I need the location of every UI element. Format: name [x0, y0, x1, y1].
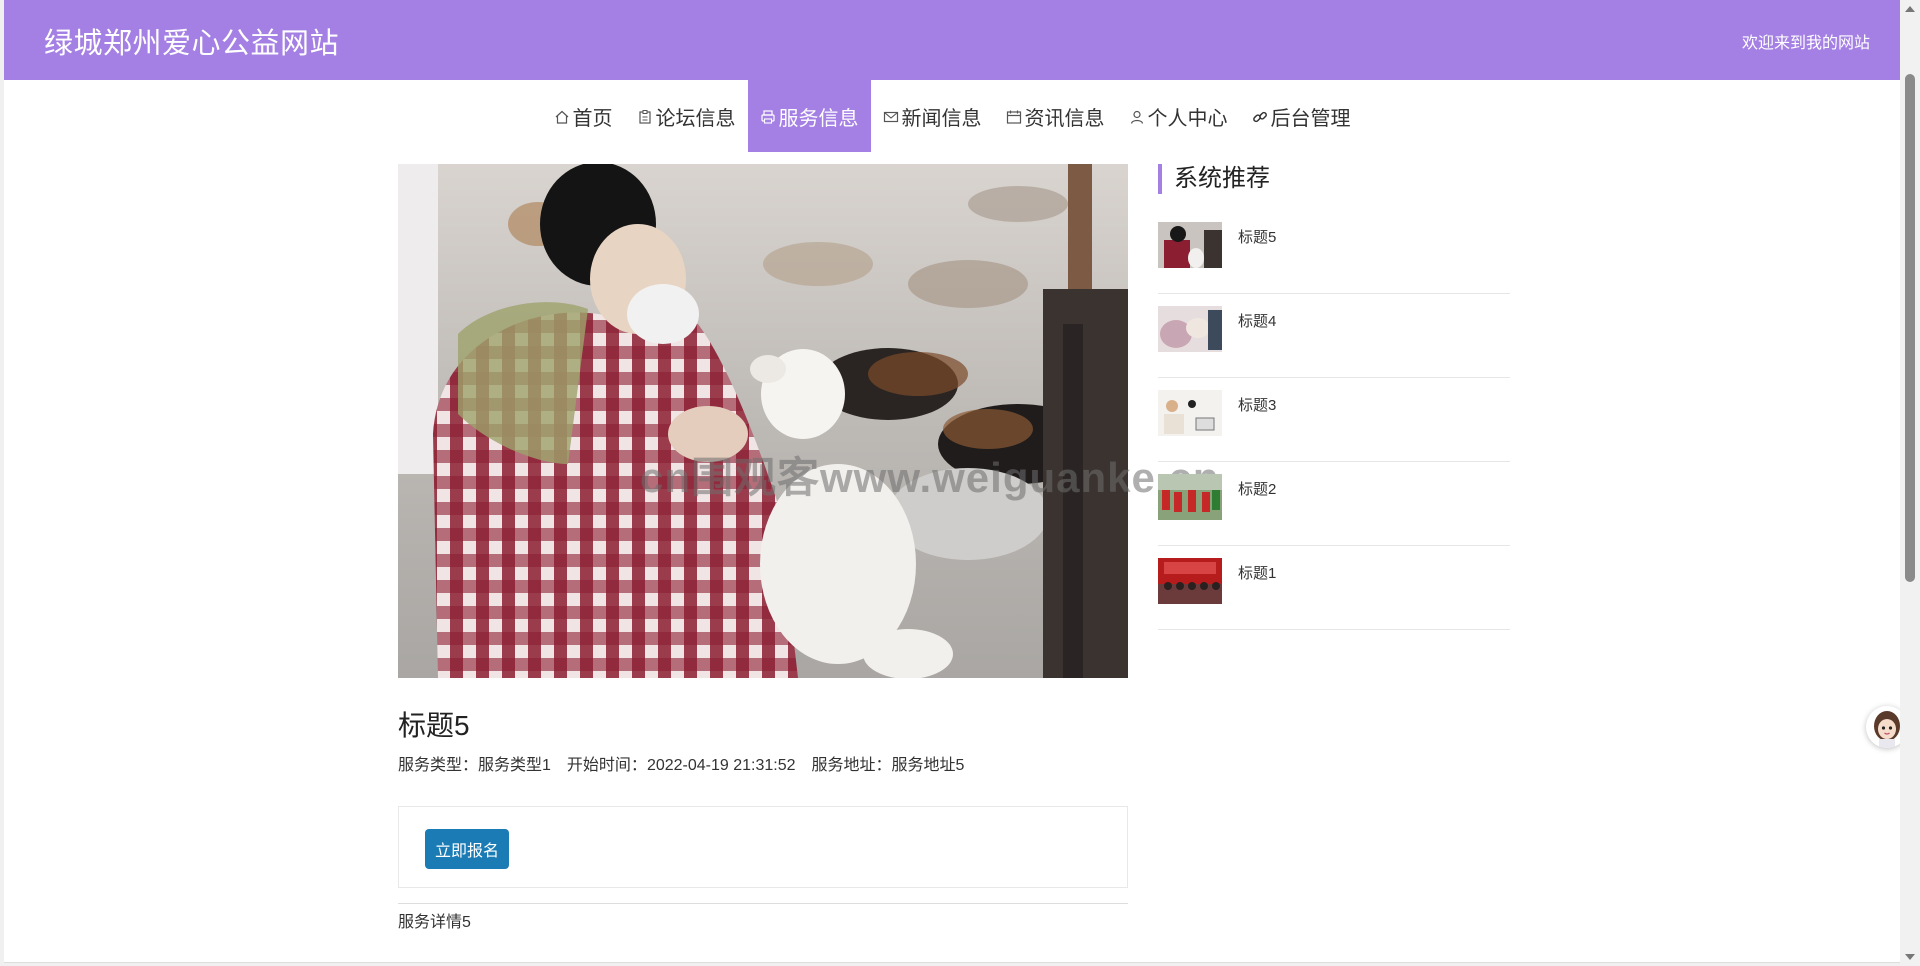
recommend-thumbnail[interactable]: [1158, 558, 1222, 604]
recommend-title[interactable]: 标题1: [1238, 562, 1276, 583]
nav-item-service[interactable]: 服务信息: [747, 80, 871, 152]
nav-item-admin[interactable]: 后台管理: [1240, 80, 1363, 152]
nav-label: 个人中心: [1147, 107, 1228, 130]
recommend-thumbnail[interactable]: [1158, 306, 1222, 352]
recommend-item[interactable]: 标题4: [1158, 294, 1510, 378]
scroll-down-arrow-icon[interactable]: [1905, 954, 1915, 960]
nav-label: 新闻信息: [901, 107, 982, 130]
detail-body: 服务详情5: [398, 914, 471, 931]
nav-label: 首页: [572, 107, 613, 130]
divider: [398, 903, 1128, 904]
recommend-item[interactable]: 标题1: [1158, 546, 1510, 630]
meta-address: 服务地址：服务地址5: [812, 751, 965, 775]
nav-label: 论坛信息: [655, 107, 736, 130]
scroll-up-arrow-icon[interactable]: [1905, 6, 1915, 12]
nav-item-home[interactable]: 首页: [542, 80, 625, 152]
meta-start: 开始时间：2022-04-19 21:31:52: [567, 751, 796, 775]
meta-type-key: 服务类型：: [398, 757, 479, 774]
signup-panel: 立即报名: [398, 806, 1128, 888]
envelope-icon: [883, 108, 899, 124]
recommend-thumbnail[interactable]: [1158, 222, 1222, 268]
link-icon: [1252, 108, 1268, 124]
meta-start-value: 2022-04-19 21:31:52: [646, 757, 796, 774]
page-scrollbar[interactable]: [1900, 0, 1920, 966]
main-nav: 首页 论坛信息 服务信息 新闻信息 资讯信息 个人中心 后台管理: [4, 80, 1900, 152]
calendar-icon: [1006, 108, 1022, 124]
scrollbar-thumb[interactable]: [1905, 74, 1915, 582]
nav-label: 服务信息: [778, 107, 859, 130]
recommend-list: 标题5 标题4 标题3 标题2 标题1: [1158, 210, 1510, 630]
print-icon: [760, 108, 776, 124]
recommend-item[interactable]: 标题2: [1158, 462, 1510, 546]
recommend-title[interactable]: 标题5: [1238, 226, 1276, 247]
sidebar-title: 系统推荐: [1158, 164, 1270, 194]
service-main-image: [398, 164, 1128, 678]
meta-address-value: 服务地址5: [891, 757, 965, 774]
meta-type: 服务类型：服务类型1: [398, 751, 551, 775]
recommend-item[interactable]: 标题3: [1158, 378, 1510, 462]
recommend-thumbnail[interactable]: [1158, 390, 1222, 436]
nav-item-info[interactable]: 资讯信息: [994, 80, 1117, 152]
nav-label: 资讯信息: [1024, 107, 1105, 130]
site-title[interactable]: 绿城郑州爱心公益网站: [44, 20, 339, 62]
welcome-text: 欢迎来到我的网站: [1741, 35, 1870, 52]
recommend-title[interactable]: 标题2: [1238, 478, 1276, 499]
watermark-text: cn围观客www.weiguanke.cn: [640, 454, 1220, 501]
nav-item-profile[interactable]: 个人中心: [1117, 80, 1240, 152]
nav-item-news[interactable]: 新闻信息: [871, 80, 994, 152]
signup-button[interactable]: 立即报名: [425, 829, 510, 869]
meta-address-key: 服务地址：: [811, 757, 892, 774]
nav-label: 后台管理: [1270, 107, 1351, 130]
detail-meta: 服务类型：服务类型1 开始时间：2022-04-19 21:31:52 服务地址…: [398, 751, 964, 775]
user-icon: [1129, 108, 1145, 124]
home-icon: [554, 108, 570, 124]
recommend-item[interactable]: 标题5: [1158, 210, 1510, 294]
recommend-title[interactable]: 标题3: [1238, 394, 1276, 415]
recommend-thumbnail[interactable]: [1158, 474, 1222, 520]
site-header: 绿城郑州爱心公益网站 欢迎来到我的网站: [4, 0, 1900, 80]
clipboard-icon: [637, 108, 653, 124]
meta-start-key: 开始时间：: [566, 757, 647, 774]
detail-title: 标题5: [398, 710, 470, 741]
meta-type-value: 服务类型1: [478, 757, 551, 774]
page-frame: 绿城郑州爱心公益网站 欢迎来到我的网站 首页 论坛信息 服务信息 新闻信息 资讯…: [4, 0, 1900, 963]
recommend-title[interactable]: 标题4: [1238, 310, 1276, 331]
nav-item-forum[interactable]: 论坛信息: [625, 80, 748, 152]
